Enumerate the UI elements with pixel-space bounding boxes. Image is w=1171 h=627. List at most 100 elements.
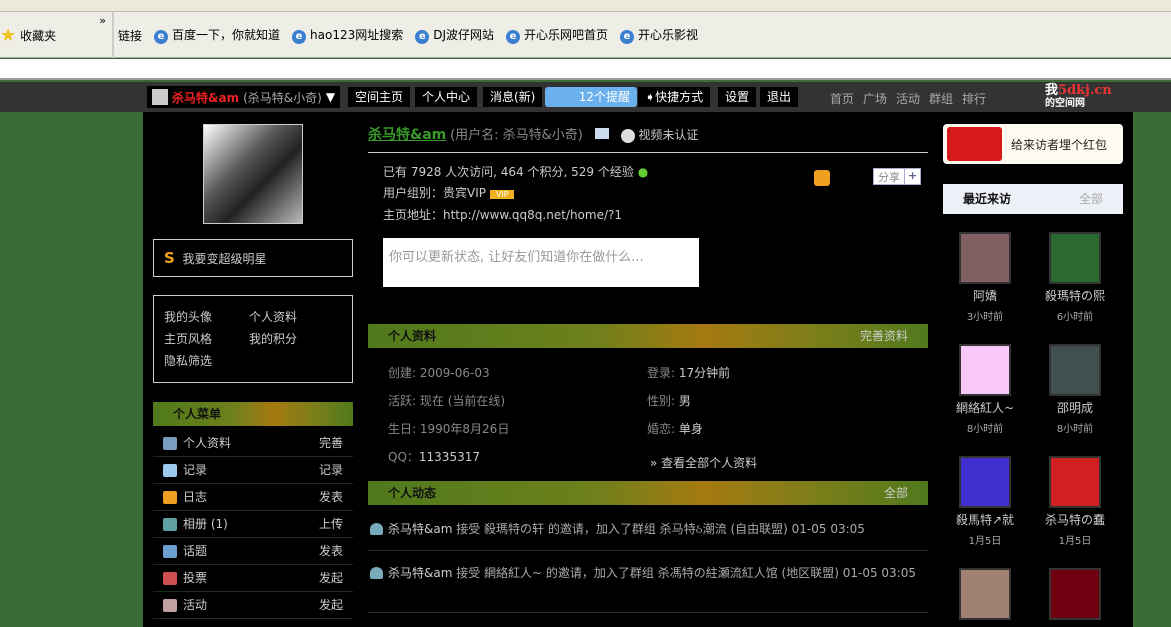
visitor-avatar[interactable] xyxy=(959,344,1011,396)
menu-item[interactable]: 投票 发起 xyxy=(153,565,353,592)
visitor-item[interactable]: 杀马特の蠢 1月5日 xyxy=(1035,456,1115,547)
camera-icon xyxy=(620,128,635,143)
superstar-icon: S xyxy=(164,249,175,267)
profile-avatar[interactable] xyxy=(203,124,303,224)
visitor-item[interactable] xyxy=(945,568,1025,624)
menu-action[interactable]: 发起 xyxy=(319,592,343,618)
profile-name[interactable]: 杀马特&am xyxy=(368,127,446,143)
visitor-item[interactable]: 邵明成 8小时前 xyxy=(1035,344,1115,435)
red-packet-banner[interactable]: 给来访者埋个红包 xyxy=(943,124,1123,164)
link-0[interactable]: e 百度一下，你就知道 xyxy=(154,26,280,44)
logout-button[interactable]: 退出 xyxy=(760,87,799,107)
visitor-avatar[interactable] xyxy=(1049,232,1101,284)
visitor-avatar[interactable] xyxy=(1049,344,1101,396)
birthday-field: 生日: 1990年8月26日 xyxy=(388,422,510,436)
link-my-avatar[interactable]: 我的头像 xyxy=(164,308,212,325)
visitor-item[interactable]: 網絡紅人~ 8小时前 xyxy=(945,344,1025,435)
link-points[interactable]: 我的积分 xyxy=(249,330,297,347)
visitor-item[interactable] xyxy=(1035,568,1115,624)
leaf-icon: ● xyxy=(637,165,649,179)
gender-field: 性别: 男 xyxy=(647,394,691,408)
menu-icon xyxy=(163,464,177,477)
menu-item[interactable]: 个人资料 完善 xyxy=(153,430,353,457)
menu-icon xyxy=(163,437,177,450)
rss-icon[interactable] xyxy=(814,170,830,186)
shortcuts-button[interactable]: ➧快捷方式 xyxy=(638,87,711,107)
nav-home[interactable]: 首页 xyxy=(830,90,854,107)
site-nav: 首页 广场 活动 群组 排行 xyxy=(830,90,986,107)
complete-profile-link[interactable]: 完善资料 xyxy=(860,324,908,348)
quick-links-box: 我的头像 个人资料 主页风格 我的积分 隐私筛选 xyxy=(153,295,353,383)
qq-field: QQ：11335317 xyxy=(388,450,480,464)
link-profile[interactable]: 个人资料 xyxy=(249,308,297,325)
menu-icon xyxy=(163,599,177,612)
site-logo[interactable]: 我5dkj.cn 的空间网 xyxy=(1045,84,1112,110)
superstar-box[interactable]: S 我要变超级明星 xyxy=(153,239,353,277)
menu-action[interactable]: 完善 xyxy=(319,430,343,456)
recent-visitors-header: 最近来访 全部 xyxy=(943,184,1123,214)
nav-square[interactable]: 广场 xyxy=(863,90,887,107)
reminders-button[interactable]: 12个提醒 xyxy=(545,87,637,107)
view-all-profile-link[interactable]: » 查看全部个人资料 xyxy=(650,454,757,471)
settings-button[interactable]: 设置 xyxy=(718,87,757,107)
visitor-avatar[interactable] xyxy=(959,568,1011,620)
visitor-avatar[interactable] xyxy=(959,456,1011,508)
profile-header: 杀马特&am (用户名: 杀马特&小奇) 视频未认证 xyxy=(368,124,928,153)
visitor-item[interactable]: 殺馬特↗就 1月5日 xyxy=(945,456,1025,547)
status-input[interactable]: 你可以更新状态, 让好友们知道你在做什么... xyxy=(383,238,699,287)
nav-groups[interactable]: 群组 xyxy=(929,90,953,107)
share-button[interactable]: 分享 + xyxy=(873,168,922,185)
menu-item[interactable]: 活动 发起 xyxy=(153,592,353,619)
link-theme[interactable]: 主页风格 xyxy=(164,330,212,347)
link-2[interactable]: e DJ波仔网站 xyxy=(415,26,494,44)
chevron-icon[interactable]: » xyxy=(99,14,106,27)
chevron-down-icon: ▼ xyxy=(325,90,336,104)
visitor-avatar[interactable] xyxy=(1049,456,1101,508)
menu-action[interactable]: 发表 xyxy=(319,484,343,510)
menu-item[interactable]: 日志 发表 xyxy=(153,484,353,511)
vip-badge: VIP xyxy=(489,190,515,199)
ie-icon: e xyxy=(506,30,521,44)
homepage-url[interactable]: 主页地址：http://www.qq8q.net/home/?1 xyxy=(383,205,648,226)
visitor-item[interactable]: 阿嬌 3小时前 xyxy=(945,232,1025,323)
menu-item[interactable]: 相册 (1) 上传 xyxy=(153,511,353,538)
nav-events[interactable]: 活动 xyxy=(896,90,920,107)
links-list: 链接 e 百度一下，你就知道 e hao123网址搜索 e DJ波仔网站 e 开心乐网吧… xyxy=(118,12,698,58)
link-4[interactable]: e 开心乐影视 xyxy=(620,26,698,44)
menu-item[interactable]: 记录 记录 xyxy=(153,457,353,484)
menu-action[interactable]: 发起 xyxy=(319,565,343,591)
user-menu[interactable]: 杀马特&am (杀马特&小奇) ▼ xyxy=(147,86,341,108)
created-field: 创建: 2009-06-03 xyxy=(388,366,490,380)
profile-stats: 已有 7928 人次访问, 464 个积分, 529 个经验 ● 用户组别：贵宾… xyxy=(383,162,648,226)
menu-action[interactable]: 记录 xyxy=(319,457,343,483)
visitor-avatar[interactable] xyxy=(959,232,1011,284)
personal-center-button[interactable]: 个人中心 xyxy=(415,87,478,107)
messages-button[interactable]: 消息(新) xyxy=(483,87,543,107)
links-label: 链接 xyxy=(118,28,143,43)
link-privacy[interactable]: 隐私筛选 xyxy=(164,352,212,369)
menu-action[interactable]: 上传 xyxy=(319,511,343,537)
feed-all-link[interactable]: 全部 xyxy=(884,481,908,505)
login-field: 登录: 17分钟前 xyxy=(647,366,731,380)
red-packet-icon xyxy=(947,127,1002,161)
menu-item[interactable]: 话题 发表 xyxy=(153,538,353,565)
info-header: 个人资料 完善资料 xyxy=(368,324,928,348)
feed-item: 杀马特&am 接受 殺瑪特の轩 的邀请，加入了群组 杀马特ઠ潮流 (自由联盟) … xyxy=(368,519,928,551)
space-home-button[interactable]: 空间主页 xyxy=(348,87,411,107)
visitors-all-link[interactable]: 全部 xyxy=(1079,184,1103,214)
nav-ranking[interactable]: 排行 xyxy=(962,90,986,107)
browser-menubar xyxy=(0,0,1171,12)
link-3[interactable]: e 开心乐网吧首页 xyxy=(506,26,608,44)
marital-field: 婚恋: 单身 xyxy=(647,422,703,436)
card-icon[interactable] xyxy=(594,128,609,139)
star-icon: ★ xyxy=(0,24,17,46)
menu-action[interactable]: 发表 xyxy=(319,538,343,564)
address-bar[interactable] xyxy=(0,59,1171,80)
visitor-item[interactable]: 殺瑪特の熙 6小时前 xyxy=(1035,232,1115,323)
ie-icon: e xyxy=(415,30,430,44)
visitor-avatar[interactable] xyxy=(1049,568,1101,620)
favorites-button[interactable]: ★ 收藏夹» xyxy=(0,12,114,58)
arrow-icon: ➧ xyxy=(645,90,656,104)
users-icon xyxy=(370,523,383,535)
link-1[interactable]: e hao123网址搜索 xyxy=(292,26,403,44)
